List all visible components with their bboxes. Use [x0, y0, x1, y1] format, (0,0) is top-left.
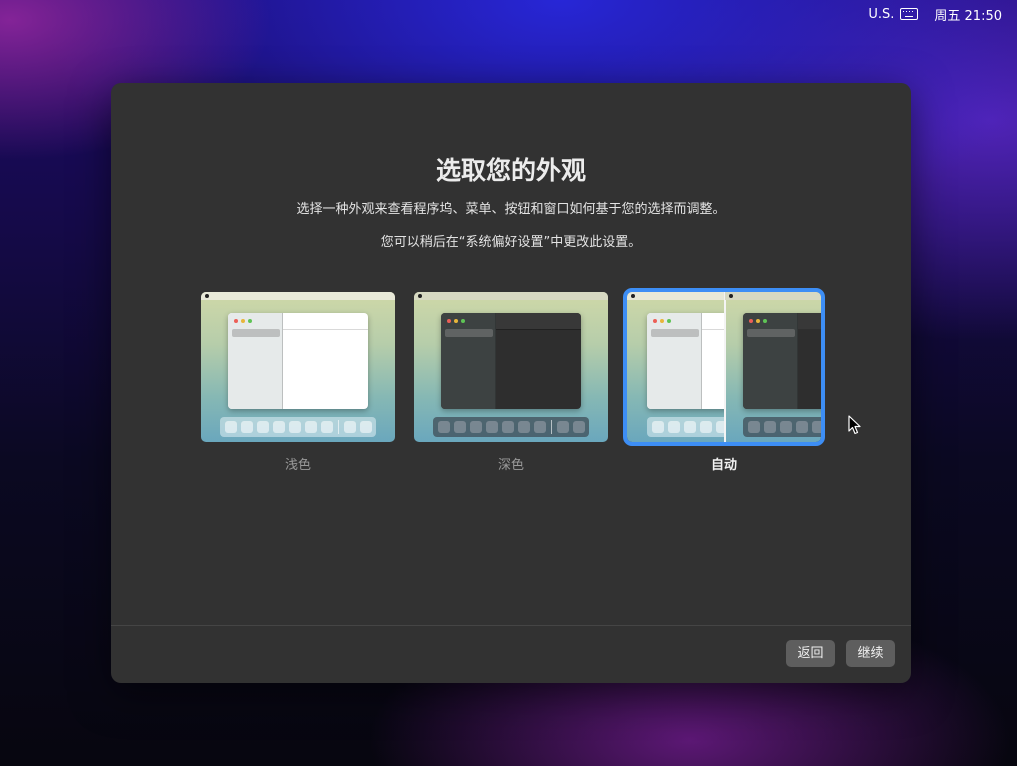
- input-source-label[interactable]: U.S.: [868, 7, 894, 22]
- keyboard-icon[interactable]: [900, 8, 919, 20]
- appearance-option-auto[interactable]: [623, 288, 825, 446]
- mouse-pointer-icon: [848, 415, 861, 435]
- preview-window-dark: [441, 313, 581, 409]
- appearance-option-light[interactable]: [201, 292, 395, 442]
- menubar-status: U.S. 周五 21:50: [868, 5, 1002, 24]
- preview-dock-dark: [433, 417, 589, 437]
- appearance-option-dark[interactable]: [414, 292, 608, 442]
- preview-half-dark: [725, 292, 821, 442]
- menubar-clock[interactable]: 周五 21:50: [934, 5, 1002, 24]
- preview-menubar: [414, 292, 608, 300]
- option-label-dark[interactable]: 深色: [414, 454, 608, 473]
- preview-window-light: [228, 313, 368, 409]
- footer-divider: [111, 625, 911, 626]
- continue-button[interactable]: 继续: [846, 640, 895, 667]
- note-text: 您可以稍后在“系统偏好设置”中更改此设置。: [380, 235, 642, 250]
- preview-dock-light: [220, 417, 376, 437]
- option-label-light[interactable]: 浅色: [201, 454, 395, 473]
- back-button[interactable]: 返回: [786, 640, 835, 667]
- option-label-auto[interactable]: 自动: [627, 454, 821, 473]
- page-title: 选取您的外观: [435, 156, 586, 185]
- preview-menubar: [201, 292, 395, 300]
- preview-half-light: [627, 292, 724, 442]
- description-text: 选择一种外观来查看程序坞、菜单、按钮和窗口如何基于您的选择而调整。: [296, 202, 726, 217]
- setup-assistant-panel: 选取您的外观 选择一种外观来查看程序坞、菜单、按钮和窗口如何基于您的选择而调整。…: [111, 83, 911, 683]
